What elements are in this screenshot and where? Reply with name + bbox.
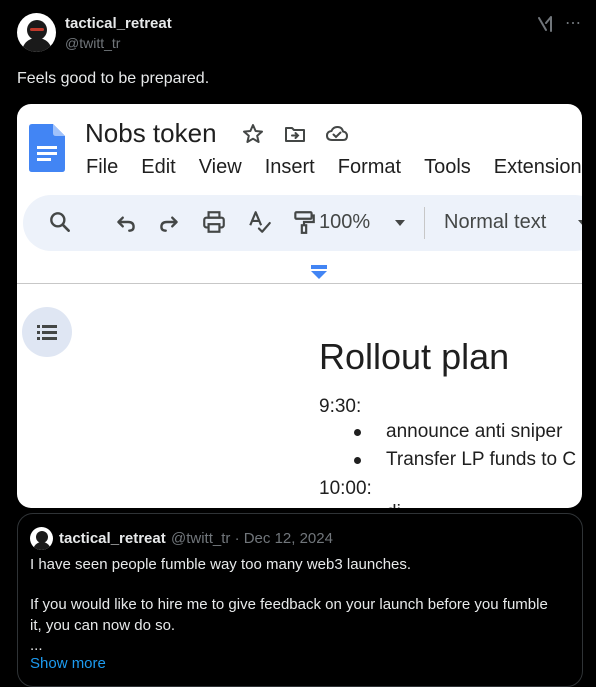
google-docs-icon xyxy=(29,124,65,172)
author-name[interactable]: tactical_retreat xyxy=(65,15,172,32)
doc-title[interactable]: Nobs token xyxy=(85,118,217,149)
doc-bullet-1[interactable]: announce anti sniper xyxy=(386,421,562,443)
menu-extensions[interactable]: Extensions xyxy=(494,156,582,179)
quoted-author-meta[interactable]: @twitt_tr · Dec 12, 2024 xyxy=(171,530,333,547)
zoom-select[interactable]: 100% xyxy=(319,211,370,234)
grok-icon[interactable] xyxy=(536,14,556,34)
quoted-author-name[interactable]: tactical_retreat xyxy=(59,530,166,547)
menu-file[interactable]: File xyxy=(86,156,118,179)
ruler xyxy=(17,283,582,284)
menu-format[interactable]: Format xyxy=(338,156,401,179)
redo-icon[interactable] xyxy=(156,209,182,235)
bullet-icon xyxy=(354,429,361,436)
doc-cut-line[interactable]: di xyxy=(386,502,401,508)
document-outline-button[interactable] xyxy=(22,307,72,357)
doc-toolbar: 100% Normal text xyxy=(23,195,582,251)
move-folder-icon[interactable] xyxy=(283,122,307,146)
star-icon[interactable] xyxy=(241,122,265,146)
chevron-down-icon[interactable] xyxy=(578,220,582,226)
quoted-author-avatar[interactable] xyxy=(30,527,53,550)
chevron-down-icon[interactable] xyxy=(395,220,405,226)
post-image[interactable]: Nobs token File Edit View Insert Format … xyxy=(17,104,582,508)
menu-edit[interactable]: Edit xyxy=(141,156,175,179)
show-more-link[interactable]: Show more xyxy=(30,655,106,672)
author-handle[interactable]: @twitt_tr xyxy=(65,35,120,51)
menu-view[interactable]: View xyxy=(199,156,242,179)
doc-bullet-2[interactable]: Transfer LP funds to C xyxy=(386,449,576,471)
spellcheck-icon[interactable] xyxy=(247,209,273,235)
quoted-text-ellipsis: ... xyxy=(30,637,43,654)
author-avatar[interactable] xyxy=(17,13,56,52)
doc-menu-bar: File Edit View Insert Format Tools Exten… xyxy=(86,156,582,179)
more-icon[interactable]: ⋯ xyxy=(565,13,582,33)
undo-icon[interactable] xyxy=(113,209,139,235)
text-style-select[interactable]: Normal text xyxy=(444,211,546,234)
doc-heading[interactable]: Rollout plan xyxy=(319,336,509,378)
menu-tools[interactable]: Tools xyxy=(424,156,471,179)
paint-format-icon[interactable] xyxy=(291,209,317,235)
post-header: tactical_retreat @twitt_tr ⋯ xyxy=(17,13,582,55)
toolbar-divider xyxy=(424,207,425,239)
quoted-text-line-2: If you would like to hire me to give fee… xyxy=(30,596,548,613)
quoted-post[interactable]: tactical_retreat @twitt_tr · Dec 12, 202… xyxy=(17,513,583,687)
search-menus-icon[interactable] xyxy=(47,209,73,235)
bullet-icon xyxy=(354,457,361,464)
title-icons xyxy=(241,122,349,146)
post-text: Feels good to be prepared. xyxy=(17,70,210,87)
outline-list-icon xyxy=(37,325,57,340)
doc-time-2[interactable]: 10:00: xyxy=(319,478,372,500)
cloud-saved-icon[interactable] xyxy=(325,122,349,146)
doc-time-1[interactable]: 9:30: xyxy=(319,396,361,418)
quoted-text-line-1: I have seen people fumble way too many w… xyxy=(30,556,412,573)
indent-marker-icon[interactable] xyxy=(310,264,328,280)
quoted-text-line-3: it, you can now do so. xyxy=(30,617,176,634)
menu-insert[interactable]: Insert xyxy=(265,156,315,179)
print-icon[interactable] xyxy=(201,209,227,235)
